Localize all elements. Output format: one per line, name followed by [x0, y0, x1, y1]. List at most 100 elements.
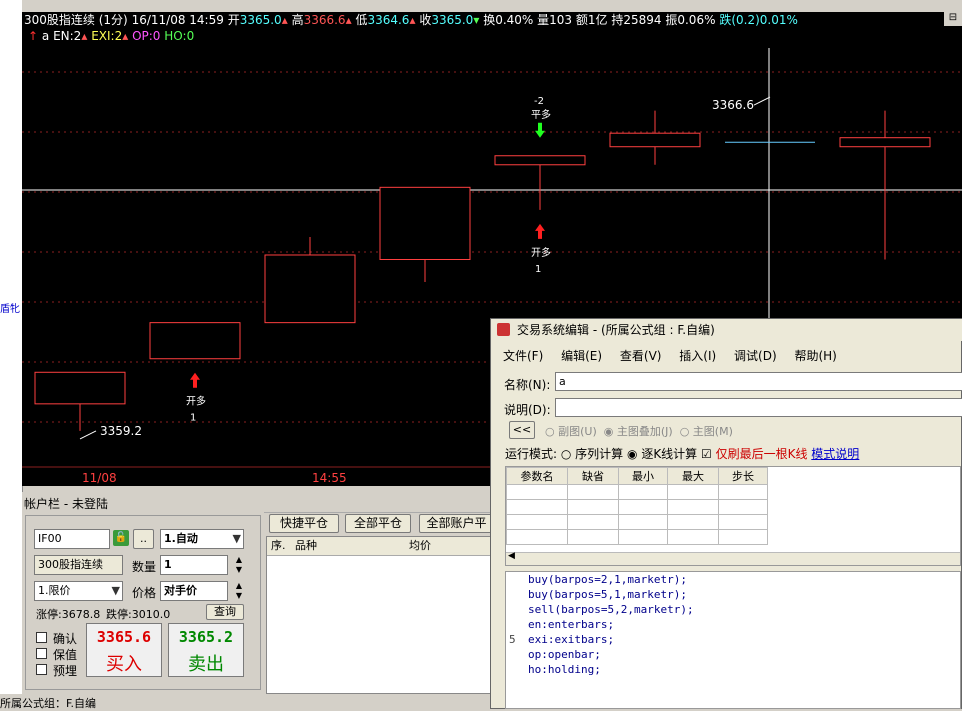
col-no[interactable]: 序.: [271, 537, 286, 555]
code-line-text: buy(barpos=2,1,marketr);: [528, 573, 687, 586]
radio-series[interactable]: ○ 序列计算: [561, 447, 623, 461]
high-value: 3366.6: [303, 13, 346, 27]
arrow-icon: ▴: [81, 29, 88, 43]
more-button[interactable]: ..: [133, 529, 154, 549]
candle-body: [149, 322, 241, 360]
col-avg[interactable]: 均价: [409, 537, 431, 555]
desc-input[interactable]: [555, 398, 962, 417]
signal-count: 1: [535, 264, 541, 275]
high-marker-line: [753, 96, 771, 106]
sell-label: 卖出: [188, 654, 224, 675]
parameter-row[interactable]: [506, 499, 768, 515]
price-stepper[interactable]: ▲ ▼: [234, 581, 244, 601]
instrument-field: 300股指连续: [34, 555, 123, 575]
menu-insert[interactable]: 插入(I): [679, 349, 716, 363]
chevron-down-icon: ▼: [232, 532, 241, 545]
param-col-name[interactable]: 参数名: [506, 467, 568, 485]
mode-series-label: 序列计算: [575, 447, 624, 461]
code-line: buy(barpos=5,1,marketr);: [528, 587, 960, 602]
scroll-left-icon: ◀: [508, 551, 515, 561]
parameter-scrollbar[interactable]: ◀: [506, 551, 960, 565]
mode-select[interactable]: 1.自动 ▼: [160, 529, 244, 549]
quick-close-button[interactable]: 快捷平仓: [269, 514, 339, 533]
candle-body: [609, 132, 701, 148]
param-col-step[interactable]: 步长: [718, 467, 768, 485]
menu-edit[interactable]: 编辑(E): [561, 349, 602, 363]
indicator-en: EN:2: [53, 29, 82, 43]
param-col-min[interactable]: 最小: [618, 467, 668, 485]
limit-down: 跌停:3010.0: [106, 608, 171, 621]
arrow-icon: ▴: [409, 13, 416, 27]
mode-select-value: 1.自动: [164, 532, 198, 545]
buy-button[interactable]: 3365.6 买入: [86, 623, 162, 677]
parameter-grid[interactable]: 参数名 缺省 最小 最大 步长 ◀: [505, 466, 961, 566]
chart-corner-button[interactable]: ⊟: [944, 12, 962, 26]
query-button[interactable]: 查询: [206, 604, 244, 620]
radio-tick[interactable]: ◉ 逐K线计算: [627, 447, 697, 461]
lock-icon[interactable]: 🔓: [113, 530, 129, 546]
code-line-text: ho:holding;: [528, 663, 601, 676]
status-bar: 所属公式组：F.自编: [0, 694, 490, 710]
candle-body: [34, 371, 126, 405]
refresh-last-label: 仅刷最后一根K线: [715, 447, 808, 461]
price-input[interactable]: 对手价: [160, 581, 228, 601]
menu-view[interactable]: 查看(V): [620, 349, 662, 363]
line-marker: 5: [509, 633, 516, 646]
code-input[interactable]: IF00: [34, 529, 110, 549]
parameter-row[interactable]: [506, 514, 768, 530]
confirm-checkbox[interactable]: [36, 632, 47, 643]
signal-label: 开多: [186, 395, 206, 408]
position-table[interactable]: 序. 品种 均价: [266, 536, 492, 694]
param-col-default[interactable]: 缺省: [567, 467, 619, 485]
menu-bar: 文件(F) 编辑(E) 查看(V) 插入(I) 调试(D) 帮助(H): [503, 347, 851, 364]
change: 跌(0.2)0.01%: [719, 13, 798, 27]
menu-debug[interactable]: 调试(D): [734, 349, 777, 363]
indicator-line: ↑ a EN:2▴ EXI:2▴ OP:0 HO:0: [28, 28, 194, 44]
qty-stepper[interactable]: ▲ ▼: [234, 555, 244, 575]
code-line: ho:holding;: [528, 662, 960, 677]
trading-system-editor-dialog[interactable]: 交易系统编辑 - (所属公式组 : F.自编) 文件(F) 编辑(E) 查看(V…: [490, 318, 962, 709]
open-value: 3365.0: [239, 13, 282, 27]
protect-checkbox[interactable]: [36, 648, 47, 659]
name-input[interactable]: a: [555, 372, 962, 391]
indicator-ho: HO:0: [164, 29, 195, 43]
x-tick-label: 11/08: [82, 471, 117, 485]
main-overlay-label: 主图叠加(J): [616, 425, 673, 438]
param-col-max[interactable]: 最大: [667, 467, 719, 485]
back-button[interactable]: <<: [509, 421, 535, 439]
candle-body: [494, 155, 586, 166]
refresh-last-checkbox[interactable]: ☑ 仅刷最后一根K线: [701, 447, 807, 461]
x-tick-label: 14:55: [312, 471, 347, 485]
candle-body: [264, 254, 356, 324]
protect-label: 保值: [53, 648, 78, 662]
left-side-text[interactable]: 盾牝: [0, 300, 20, 315]
radio-main-chart[interactable]: ○ 主图(M): [680, 425, 733, 438]
dialog-titlebar[interactable]: 交易系统编辑 - (所属公式组 : F.自编): [491, 319, 962, 341]
arrow-icon: ▴: [122, 29, 129, 43]
turnover: 换0.40%: [483, 13, 534, 27]
sell-button[interactable]: 3365.2 卖出: [168, 623, 244, 677]
menu-help[interactable]: 帮助(H): [794, 349, 836, 363]
code-line: en:enterbars;: [528, 617, 960, 632]
price-type-select[interactable]: 1.限价 ▼: [34, 581, 123, 601]
signal-label: 开多: [531, 246, 551, 259]
close-all-accounts-button[interactable]: 全部账户平: [419, 514, 494, 533]
preorder-label: 预埋: [53, 664, 78, 678]
close-all-button[interactable]: 全部平仓: [345, 514, 411, 533]
code-editor[interactable]: 5 buy(barpos=2,1,marketr); buy(barpos=5,…: [505, 571, 961, 709]
qty-label: 数量: [132, 560, 157, 574]
signal-count: -2: [534, 96, 544, 107]
buy-arrow: [190, 372, 200, 388]
preorder-checkbox[interactable]: [36, 664, 47, 675]
sub-chart-label: 副图(U): [558, 425, 597, 438]
qty-input[interactable]: 1: [160, 555, 228, 575]
code-line: sell(barpos=5,2,marketr);: [528, 602, 960, 617]
parameter-table: 参数名 缺省 最小 最大 步长: [506, 467, 768, 545]
radio-main-overlay[interactable]: ◉ 主图叠加(J): [604, 425, 673, 438]
col-symbol[interactable]: 品种: [295, 537, 317, 555]
mode-help-link[interactable]: 模式说明: [811, 447, 859, 461]
parameter-row[interactable]: [506, 484, 768, 500]
menu-file[interactable]: 文件(F): [503, 349, 543, 363]
parameter-row[interactable]: [506, 529, 768, 545]
radio-sub-chart[interactable]: ○ 副图(U): [545, 425, 597, 438]
